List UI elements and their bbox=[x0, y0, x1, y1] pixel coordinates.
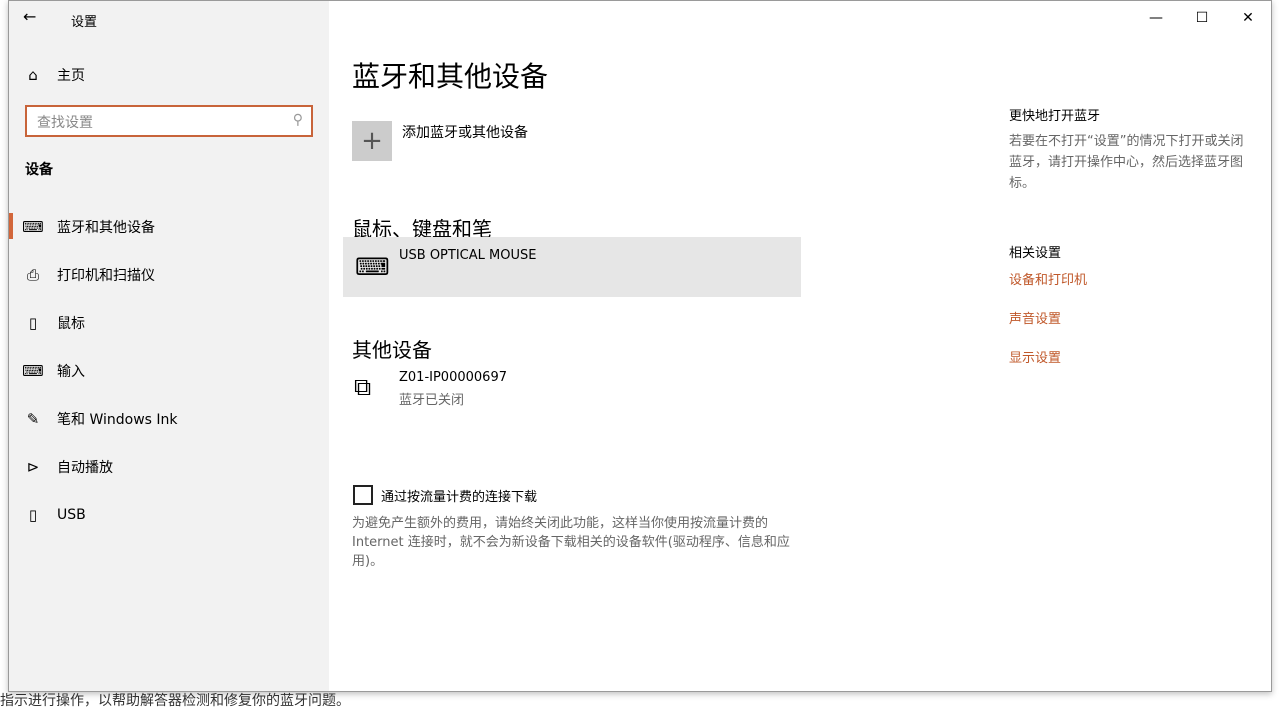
keyboard-bluetooth-icon: ⌨ bbox=[9, 218, 57, 236]
sidebar-item-label: 自动播放 bbox=[57, 457, 113, 477]
link-devices-printers[interactable]: 设备和打印机 bbox=[1009, 269, 1087, 288]
sidebar-item-6[interactable]: ▯USB bbox=[9, 491, 329, 539]
close-button[interactable]: ✕ bbox=[1225, 1, 1271, 35]
maximize-button[interactable]: ☐ bbox=[1179, 1, 1225, 35]
sidebar-item-2[interactable]: ▯鼠标 bbox=[9, 299, 329, 347]
link-sound-settings[interactable]: 声音设置 bbox=[1009, 308, 1061, 327]
sidebar-item-label: USB bbox=[57, 507, 86, 523]
page-title: 蓝牙和其他设备 bbox=[352, 55, 548, 95]
section-other-devices: 其他设备 bbox=[352, 334, 432, 363]
sidebar-item-label: 主页 bbox=[57, 65, 85, 85]
home-icon: ⌂ bbox=[9, 66, 57, 84]
printer-icon: ⎙ bbox=[9, 266, 57, 284]
mouse-icon: ▯ bbox=[9, 314, 57, 332]
settings-window: ← 设置 ⌂ 主页 查找设置 ⚲ 设备 ⌨蓝牙和其他设备⎙打印机和扫描仪▯鼠标⌨… bbox=[8, 0, 1272, 692]
add-device-button[interactable]: + bbox=[352, 121, 392, 161]
add-device-label[interactable]: 添加蓝牙或其他设备 bbox=[402, 122, 528, 142]
device-display-icon: ⧉ bbox=[354, 373, 371, 401]
sidebar-item-label: 鼠标 bbox=[57, 313, 85, 333]
sidebar-item-label: 输入 bbox=[57, 361, 85, 381]
autoplay-icon: ⊳ bbox=[9, 458, 57, 476]
search-icon: ⚲ bbox=[293, 112, 303, 128]
keyboard-icon: ⌨ bbox=[355, 253, 390, 281]
sidebar-item-label: 蓝牙和其他设备 bbox=[57, 217, 155, 237]
search-placeholder: 查找设置 bbox=[37, 115, 93, 131]
sidebar-item-3[interactable]: ⌨输入 bbox=[9, 347, 329, 395]
device-usb-mouse[interactable]: ⌨ USB OPTICAL MOUSE bbox=[343, 237, 801, 297]
search-input[interactable]: 查找设置 ⚲ bbox=[25, 105, 313, 137]
pen-icon: ✎ bbox=[9, 410, 57, 428]
device-name: USB OPTICAL MOUSE bbox=[399, 248, 536, 263]
keyboard-icon: ⌨ bbox=[9, 362, 57, 380]
minimize-button[interactable]: — bbox=[1133, 1, 1179, 35]
device-status: 蓝牙已关闭 bbox=[399, 389, 464, 408]
device-name[interactable]: Z01-IP00000697 bbox=[399, 370, 507, 385]
window-title: 设置 bbox=[71, 11, 97, 30]
section-heading: 设备 bbox=[25, 159, 53, 179]
related-settings-title: 相关设置 bbox=[1009, 242, 1061, 261]
tip-title: 更快地打开蓝牙 bbox=[1009, 105, 1100, 124]
metered-download-checkbox[interactable] bbox=[353, 485, 373, 505]
link-display-settings[interactable]: 显示设置 bbox=[1009, 347, 1061, 366]
usb-icon: ▯ bbox=[9, 506, 57, 524]
background-window-text: 指示进行操作，以帮助解答器检测和修复你的蓝牙问题。 bbox=[0, 690, 350, 710]
metered-download-label[interactable]: 通过按流量计费的连接下载 bbox=[381, 486, 537, 505]
sidebar-item-0[interactable]: ⌨蓝牙和其他设备 bbox=[9, 203, 329, 251]
sidebar-item-4[interactable]: ✎笔和 Windows Ink bbox=[9, 395, 329, 443]
sidebar: ← 设置 ⌂ 主页 查找设置 ⚲ 设备 ⌨蓝牙和其他设备⎙打印机和扫描仪▯鼠标⌨… bbox=[9, 1, 329, 691]
tip-text: 若要在不打开“设置”的情况下打开或关闭蓝牙，请打开操作中心，然后选择蓝牙图标。 bbox=[1009, 131, 1254, 194]
plus-icon: + bbox=[361, 126, 383, 156]
sidebar-item-label: 打印机和扫描仪 bbox=[57, 265, 155, 285]
sidebar-item-5[interactable]: ⊳自动播放 bbox=[9, 443, 329, 491]
sidebar-item-1[interactable]: ⎙打印机和扫描仪 bbox=[9, 251, 329, 299]
sidebar-item-home[interactable]: ⌂ 主页 bbox=[9, 51, 329, 99]
sidebar-item-label: 笔和 Windows Ink bbox=[57, 409, 178, 429]
back-arrow-icon[interactable]: ← bbox=[23, 7, 36, 26]
metered-description: 为避免产生额外的费用，请始终关闭此功能，这样当你使用按流量计费的 Interne… bbox=[352, 514, 812, 571]
